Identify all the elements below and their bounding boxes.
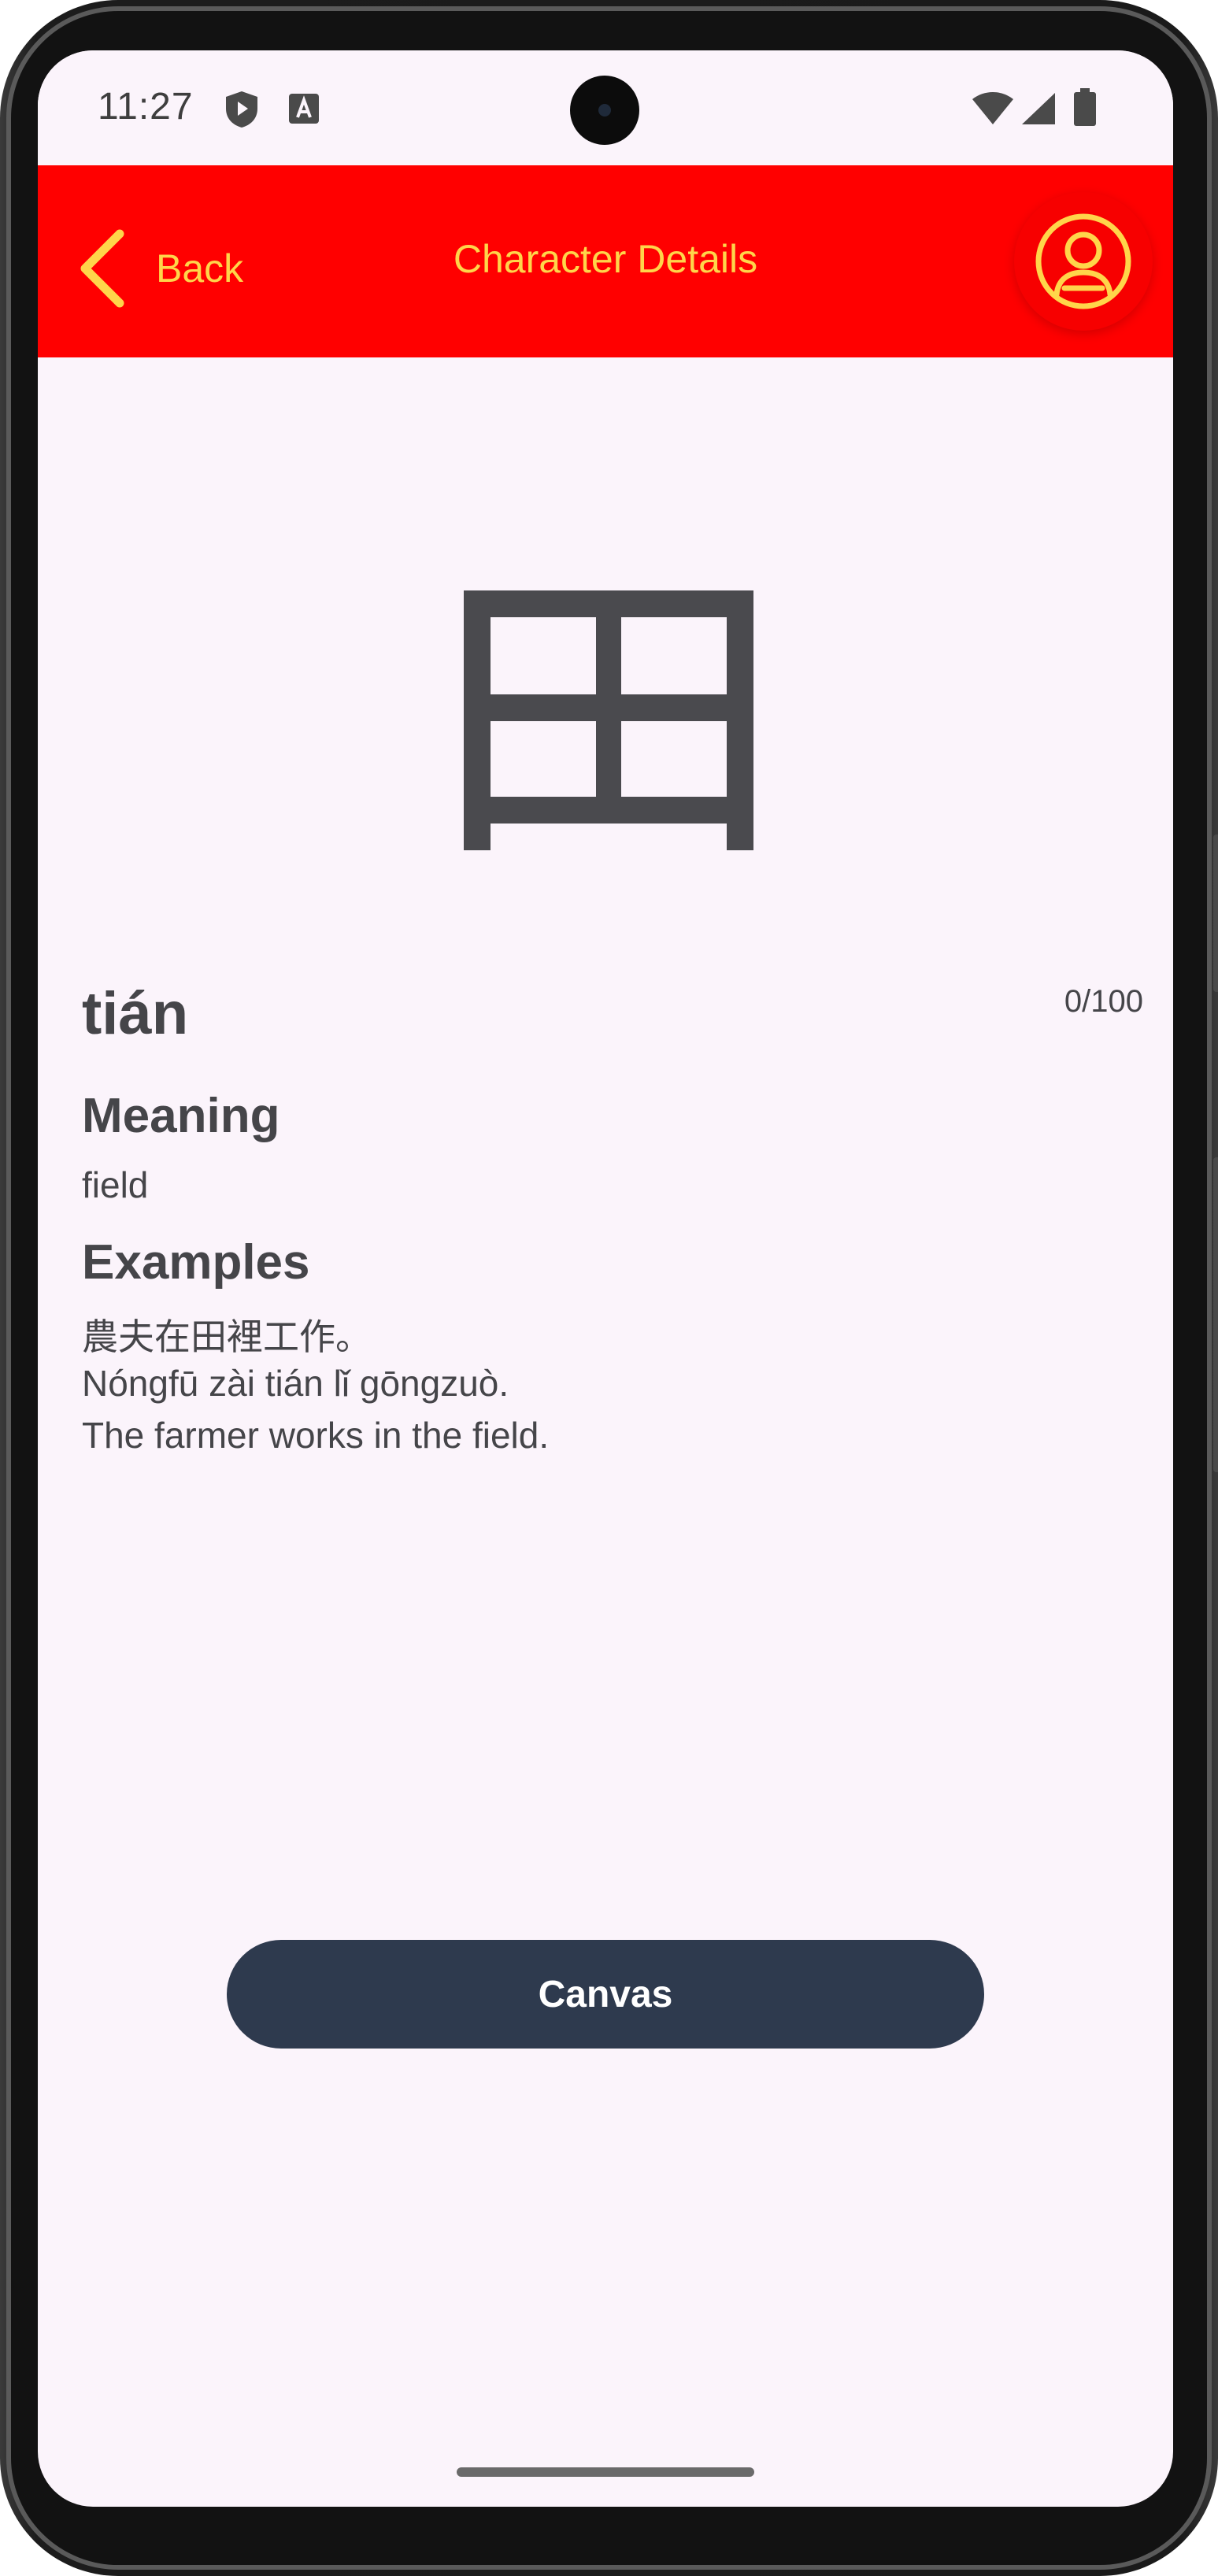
volume-button xyxy=(1213,1157,1218,1472)
profile-button[interactable] xyxy=(1014,192,1153,331)
page-title: Character Details xyxy=(453,237,758,281)
status-time: 11:27 xyxy=(98,86,194,128)
app-screen: 11:27 Back Character Details tián 0/100 … xyxy=(38,50,1173,2507)
battery-icon xyxy=(1074,88,1096,126)
shield-play-icon xyxy=(226,91,257,128)
home-indicator[interactable] xyxy=(457,2467,754,2477)
example-english: The farmer works in the field. xyxy=(82,1415,550,1456)
example-hanzi: 農夫在田裡工作。 xyxy=(82,1316,372,1357)
character-pinyin: tián xyxy=(82,980,189,1047)
cellular-signal-icon xyxy=(1022,93,1055,124)
examples-heading: Examples xyxy=(82,1235,310,1290)
front-camera xyxy=(570,76,639,145)
meaning-heading: Meaning xyxy=(82,1089,280,1143)
phone-frame: 11:27 Back Character Details tián 0/100 … xyxy=(0,0,1218,2576)
user-profile-icon xyxy=(1035,213,1131,309)
progress-count: 0/100 xyxy=(1064,984,1143,1019)
status-bar: 11:27 xyxy=(38,50,1173,165)
meaning-text: field xyxy=(82,1164,149,1205)
canvas-button[interactable]: Canvas xyxy=(227,1940,984,2049)
font-a-icon xyxy=(289,94,319,124)
app-bar: Back Character Details xyxy=(38,165,1173,357)
example-pinyin: Nóngfū zài tián lǐ gōngzuò. xyxy=(82,1363,509,1404)
wifi-icon xyxy=(972,92,1013,124)
character-glyph xyxy=(448,543,763,858)
power-button xyxy=(1213,835,1218,992)
